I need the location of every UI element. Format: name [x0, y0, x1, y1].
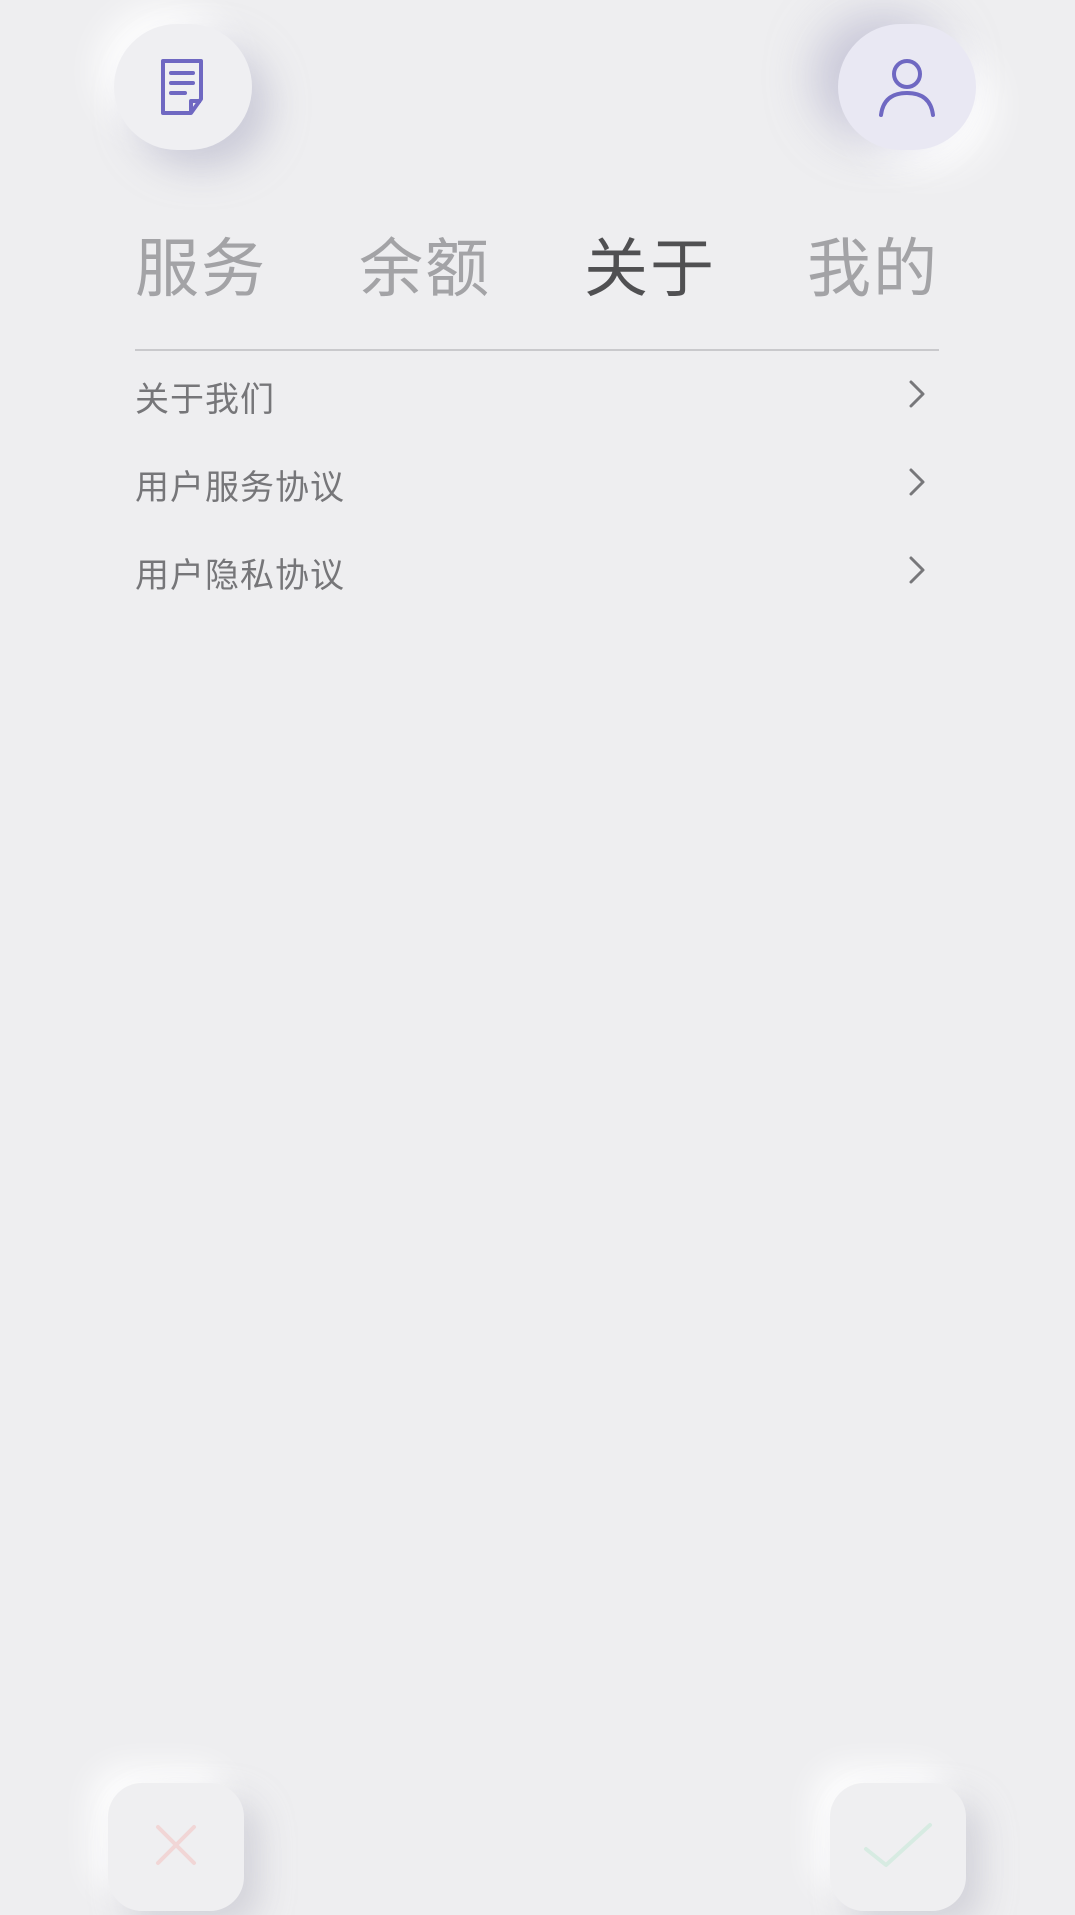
user-icon [875, 55, 939, 119]
cancel-button[interactable] [108, 1783, 244, 1911]
confirm-button[interactable] [830, 1783, 966, 1911]
tab-divider [135, 349, 939, 351]
tab-mine[interactable]: 我的 [807, 225, 939, 315]
tab-services[interactable]: 服务 [135, 225, 267, 315]
chevron-right-icon [901, 374, 939, 418]
about-page: 服务 余额 关于 我的 关于我们 用户服务协议 用户隐私协议 [0, 0, 1075, 1915]
menu-item-label: 用户隐私协议 [135, 555, 345, 596]
user-profile-button[interactable] [838, 24, 976, 150]
chevron-right-icon [901, 462, 939, 506]
tab-bar: 服务 余额 关于 我的 [135, 225, 939, 315]
menu-item-privacy-agreement[interactable]: 用户隐私协议 [135, 528, 939, 616]
menu-item-label: 关于我们 [135, 379, 275, 420]
check-icon [860, 1817, 936, 1877]
chevron-right-icon [901, 550, 939, 594]
document-button[interactable] [114, 24, 252, 150]
close-icon [148, 1817, 204, 1877]
tab-balance[interactable]: 余额 [359, 225, 491, 315]
tab-about[interactable]: 关于 [584, 225, 716, 315]
menu-item-about-us[interactable]: 关于我们 [135, 352, 939, 440]
document-icon [155, 57, 211, 117]
about-menu-list: 关于我们 用户服务协议 用户隐私协议 [135, 352, 939, 616]
menu-item-service-agreement[interactable]: 用户服务协议 [135, 440, 939, 528]
menu-item-label: 用户服务协议 [135, 467, 345, 508]
